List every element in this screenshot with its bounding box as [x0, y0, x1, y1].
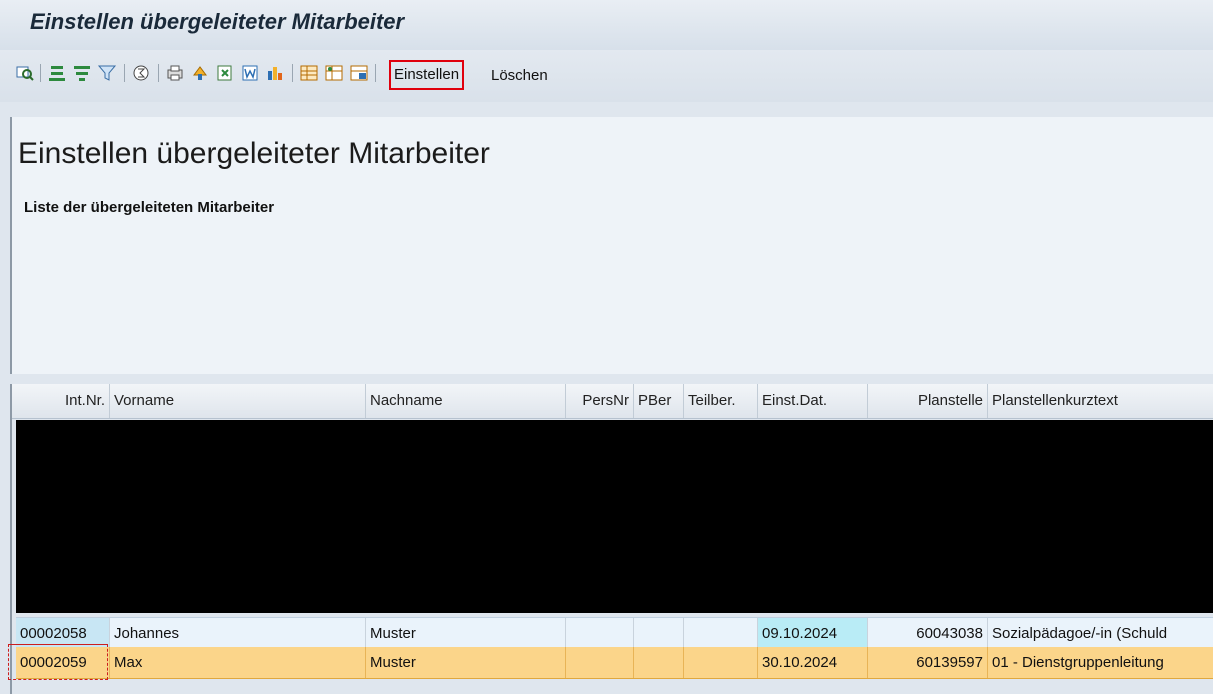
- change-layout-icon[interactable]: [323, 62, 345, 84]
- cell-vorname[interactable]: Max: [110, 647, 366, 678]
- toolbar-separator: [375, 64, 376, 82]
- cell-planstelle[interactable]: 60043038: [868, 618, 988, 649]
- layout-icon[interactable]: [298, 62, 320, 84]
- cell-nachname[interactable]: Muster: [366, 647, 566, 678]
- column-header-vorname[interactable]: Vorname: [110, 384, 366, 418]
- column-header-pber[interactable]: PBer: [634, 384, 684, 418]
- page-title: Einstellen übergeleiteter Mitarbeiter: [18, 137, 490, 170]
- filter-icon[interactable]: [96, 62, 118, 84]
- cell-einstdat[interactable]: 30.10.2024: [758, 647, 868, 678]
- cell-teilber[interactable]: [684, 647, 758, 678]
- graphic-icon[interactable]: [264, 62, 286, 84]
- employee-table: Int.Nr. Vorname Nachname PersNr PBer Tei…: [10, 384, 1213, 694]
- total-icon[interactable]: [130, 62, 152, 84]
- table-row[interactable]: 00002058 Johannes Muster 09.10.2024 6004…: [16, 617, 1213, 650]
- column-header-planstellenkurztext[interactable]: Planstellenkurztext: [988, 384, 1213, 418]
- column-header-planstelle[interactable]: Planstelle: [868, 384, 988, 418]
- cell-einstdat[interactable]: 09.10.2024: [758, 618, 868, 649]
- column-header-nachname[interactable]: Nachname: [366, 384, 566, 418]
- report-header: Einstellen übergeleiteter Mitarbeiter Li…: [10, 117, 1213, 374]
- toolbar-separator: [40, 64, 41, 82]
- cell-planstellenkurztext[interactable]: 01 - Dienstgruppenleitung: [988, 647, 1213, 678]
- cell-teilber[interactable]: [684, 618, 758, 649]
- cell-nachname[interactable]: Muster: [366, 618, 566, 649]
- details-icon[interactable]: [14, 62, 36, 84]
- column-header-teilber[interactable]: Teilber.: [684, 384, 758, 418]
- table-row-selected[interactable]: 00002059 Max Muster 30.10.2024 60139597 …: [16, 647, 1213, 679]
- cell-pber[interactable]: [634, 618, 684, 649]
- toolbar-separator: [124, 64, 125, 82]
- sort-descending-icon[interactable]: [71, 62, 93, 84]
- toolbar-separator: [158, 64, 159, 82]
- toolbar-separator: [292, 64, 293, 82]
- column-header-einstdat[interactable]: Einst.Dat.: [758, 384, 868, 418]
- table-header: Int.Nr. Vorname Nachname PersNr PBer Tei…: [12, 384, 1213, 419]
- cell-vorname[interactable]: Johannes: [110, 618, 366, 649]
- page-subtitle: Liste der übergeleiteten Mitarbeiter: [24, 199, 275, 216]
- word-icon[interactable]: [239, 62, 261, 84]
- redacted-rows: [16, 420, 1213, 613]
- column-header-persnr[interactable]: PersNr: [566, 384, 634, 418]
- sort-ascending-icon[interactable]: [46, 62, 68, 84]
- title-bar: Einstellen übergeleiteter Mitarbeiter: [0, 0, 1213, 50]
- cell-planstellenkurztext[interactable]: Sozialpädagoe/-in (Schuld: [988, 618, 1213, 649]
- einstellen-button[interactable]: Einstellen: [389, 60, 465, 90]
- spreadsheet-icon[interactable]: [214, 62, 236, 84]
- cell-pber[interactable]: [634, 647, 684, 678]
- save-layout-icon[interactable]: [348, 62, 370, 84]
- column-header-intnr[interactable]: Int.Nr.: [12, 384, 110, 418]
- cell-focus-marker: [8, 644, 108, 680]
- loeschen-button[interactable]: Löschen: [488, 61, 551, 91]
- export-icon[interactable]: [189, 62, 211, 84]
- cell-planstelle[interactable]: 60139597: [868, 647, 988, 678]
- print-icon[interactable]: [164, 62, 186, 84]
- cell-persnr[interactable]: [566, 647, 634, 678]
- cell-persnr[interactable]: [566, 618, 634, 649]
- window-title: Einstellen übergeleiteter Mitarbeiter: [30, 9, 405, 34]
